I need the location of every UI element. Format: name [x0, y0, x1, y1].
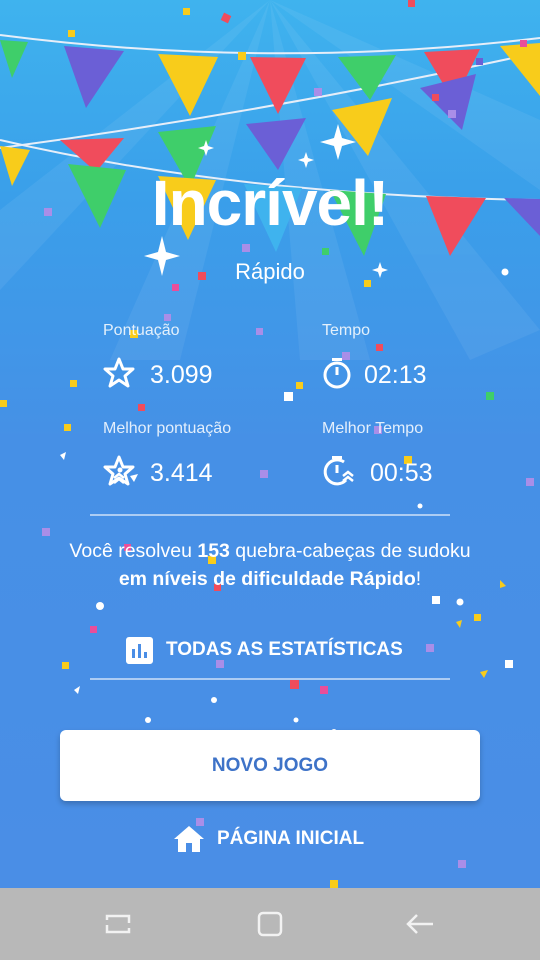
home-page-label: PÁGINA INICIAL: [217, 828, 365, 849]
system-navigation-bar: [0, 888, 540, 960]
stopwatch-rank-icon: [323, 456, 354, 486]
celebration-screen: Incrível! Rápido Pontuação 3.099 Tempo 0…: [0, 0, 540, 888]
time-value: 02:13: [364, 361, 427, 389]
solved-count: 153: [197, 540, 230, 562]
divider-bottom: [90, 678, 450, 680]
bar-chart-icon: [126, 636, 153, 664]
home-icon: [174, 826, 204, 852]
stopwatch-icon: [323, 358, 351, 389]
best-score-label: Melhor pontuação: [103, 420, 232, 437]
message-text-2: quebra-cabeças de sudoku: [229, 540, 471, 562]
new-game-button[interactable]: NOVO JOGO: [60, 730, 480, 801]
time-label: Tempo: [322, 322, 371, 339]
message-end: !: [415, 568, 422, 590]
back-icon[interactable]: [400, 904, 440, 944]
difficulty-text: em níveis de dificuldade Rápido: [118, 568, 416, 590]
difficulty-label: Rápido: [235, 259, 305, 284]
best-score-value: 3.414: [150, 459, 213, 487]
divider-top: [90, 514, 450, 516]
score-value: 3.099: [150, 361, 213, 389]
nav-home-icon[interactable]: [250, 904, 290, 944]
best-time-label: Melhor Tempo: [322, 420, 424, 437]
score-label: Pontuação: [103, 322, 180, 339]
home-page-link[interactable]: PÁGINA INICIAL: [173, 822, 364, 856]
all-stats-link[interactable]: TODAS AS ESTATÍSTICAS: [126, 634, 403, 666]
recent-apps-icon[interactable]: [98, 904, 138, 944]
star-rank-icon: [103, 455, 135, 486]
best-time-value: 00:53: [370, 459, 433, 487]
page-title: Incrível!: [151, 167, 389, 239]
message-text: Você resolveu: [69, 540, 198, 562]
solved-message: Você resolveu 153 quebra-cabeças de sudo…: [60, 537, 480, 593]
all-stats-label: TODAS AS ESTATÍSTICAS: [166, 639, 403, 660]
star-icon: [103, 357, 135, 388]
